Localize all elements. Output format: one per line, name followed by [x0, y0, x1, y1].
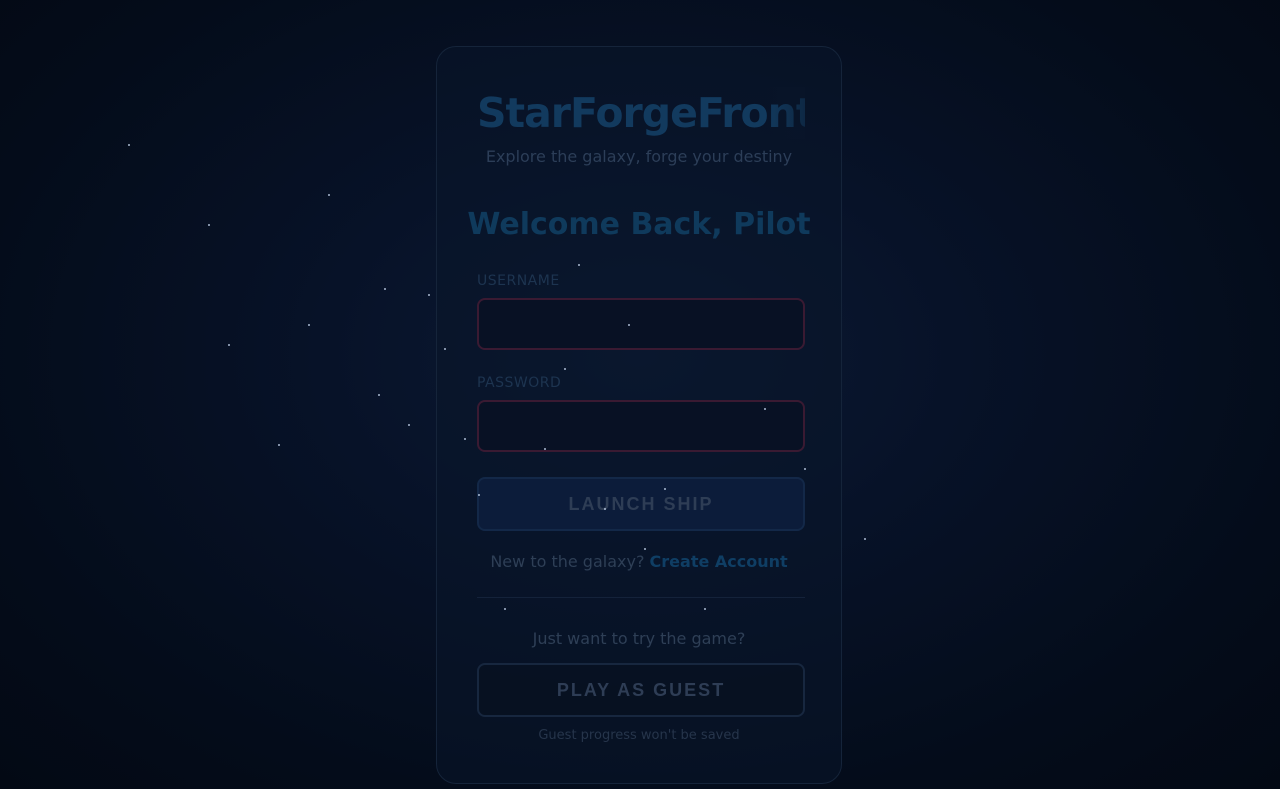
username-label: USERNAME	[477, 273, 560, 289]
guest-note: Guest progress won't be saved	[538, 728, 740, 743]
password-label: PASSWORD	[477, 375, 562, 391]
logo-fade	[765, 87, 805, 139]
login-card: StarForgeFrontier Explore the galaxy, fo…	[436, 46, 842, 784]
signup-row: New to the galaxy? Create Account	[437, 552, 841, 571]
star-speck	[428, 294, 430, 296]
username-input[interactable]	[477, 298, 805, 350]
star-speck	[384, 288, 386, 290]
play-as-guest-button[interactable]: PLAY AS GUEST	[477, 663, 805, 717]
star-speck	[228, 344, 230, 346]
divider	[477, 597, 805, 598]
star-speck	[864, 538, 866, 540]
star-speck	[128, 144, 130, 146]
tagline: Explore the galaxy, forge your destiny	[485, 147, 793, 166]
star-speck	[378, 394, 380, 396]
star-speck	[278, 444, 280, 446]
password-input[interactable]	[477, 400, 805, 452]
star-speck	[328, 194, 330, 196]
game-title: StarForgeFrontier	[477, 89, 805, 137]
create-account-link[interactable]: Create Account	[650, 552, 788, 571]
star-speck	[408, 424, 410, 426]
star-speck	[308, 324, 310, 326]
launch-ship-button[interactable]: LAUNCH SHIP	[477, 477, 805, 531]
welcome-heading: Welcome Back, Pilot	[467, 207, 811, 242]
star-speck	[208, 224, 210, 226]
guest-prompt: Just want to try the game?	[532, 629, 746, 648]
game-logo: StarForgeFrontier	[477, 87, 805, 139]
signup-prompt: New to the galaxy?	[490, 552, 645, 571]
